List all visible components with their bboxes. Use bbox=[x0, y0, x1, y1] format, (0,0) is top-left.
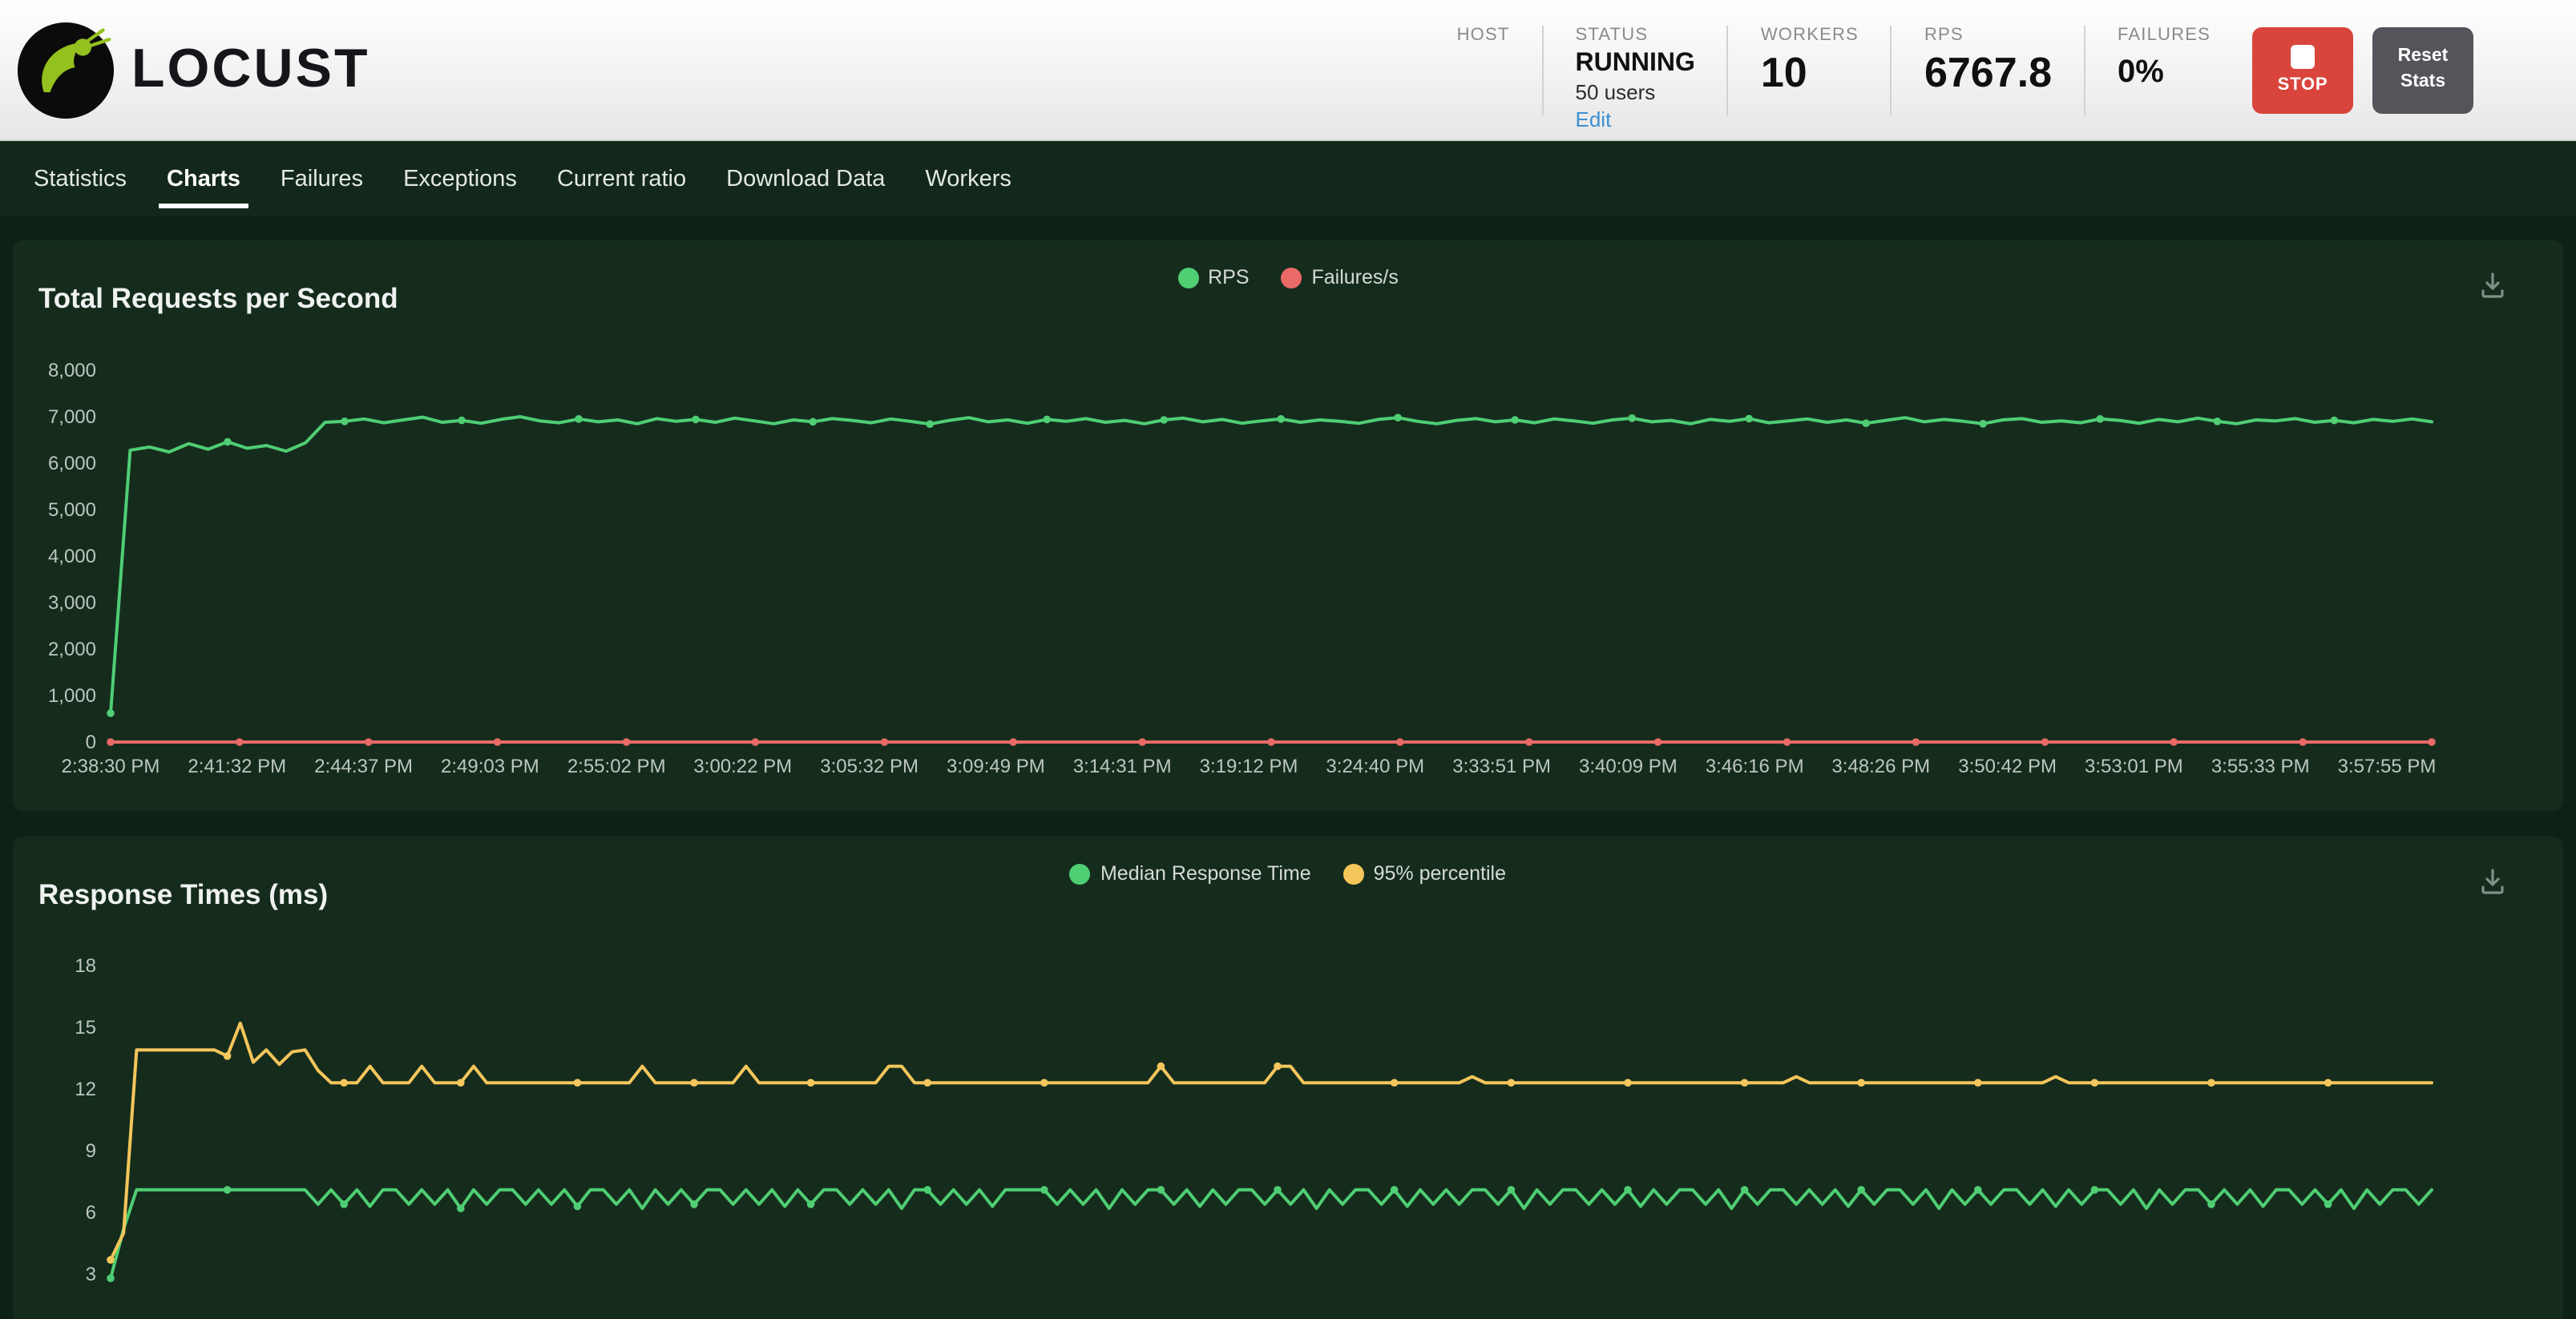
legend-item-median[interactable]: Median Response Time bbox=[1070, 862, 1311, 885]
tab-statistics[interactable]: Statistics bbox=[29, 141, 131, 216]
main-nav: Statistics Charts Failures Exceptions Cu… bbox=[0, 141, 2576, 216]
stop-button[interactable]: STOP bbox=[2252, 26, 2353, 113]
rps-chart-card: Total Requests per Second RPS Failures/s… bbox=[13, 240, 2563, 811]
stop-button-label: STOP bbox=[2278, 75, 2328, 95]
divider bbox=[1891, 25, 1892, 115]
svg-text:1,000: 1,000 bbox=[48, 685, 96, 707]
stat-workers: WORKERS 10 bbox=[1761, 0, 1859, 140]
locust-app: LOCUST HOST STATUS RUNNING 50 users Edit… bbox=[0, 0, 2576, 1319]
response-times-chart-legend: Median Response Time 95% percentile bbox=[13, 862, 2563, 885]
legend-item-95th-percentile[interactable]: 95% percentile bbox=[1343, 862, 1506, 885]
svg-text:3:19:12 PM: 3:19:12 PM bbox=[1200, 756, 1298, 777]
svg-text:3:46:16 PM: 3:46:16 PM bbox=[1706, 756, 1804, 777]
legend-item-failures[interactable]: Failures/s bbox=[1282, 266, 1399, 288]
workers-label: WORKERS bbox=[1761, 25, 1859, 44]
svg-text:3:24:40 PM: 3:24:40 PM bbox=[1326, 756, 1424, 777]
divider bbox=[2084, 25, 2085, 115]
svg-text:12: 12 bbox=[75, 1079, 96, 1100]
svg-text:3:57:55 PM: 3:57:55 PM bbox=[2338, 756, 2437, 777]
rps-value: 6767.8 bbox=[1924, 49, 2052, 95]
reset-stats-label: Reset Stats bbox=[2385, 45, 2461, 95]
reset-stats-button[interactable]: Reset Stats bbox=[2372, 26, 2473, 113]
svg-text:3:40:09 PM: 3:40:09 PM bbox=[1579, 756, 1678, 777]
svg-text:9: 9 bbox=[86, 1140, 96, 1162]
svg-text:6,000: 6,000 bbox=[48, 453, 96, 474]
svg-text:0: 0 bbox=[86, 732, 96, 753]
status-users: 50 users bbox=[1576, 79, 1695, 103]
tab-exceptions[interactable]: Exceptions bbox=[398, 141, 522, 216]
svg-text:2:55:02 PM: 2:55:02 PM bbox=[567, 756, 666, 777]
svg-text:5,000: 5,000 bbox=[48, 499, 96, 521]
brand-name: LOCUST bbox=[131, 38, 370, 101]
svg-text:3:09:49 PM: 3:09:49 PM bbox=[947, 756, 1045, 777]
svg-text:4,000: 4,000 bbox=[48, 546, 96, 567]
svg-text:3,000: 3,000 bbox=[48, 592, 96, 614]
brand: LOCUST bbox=[0, 20, 370, 119]
status-label: STATUS bbox=[1576, 25, 1695, 44]
tab-workers[interactable]: Workers bbox=[920, 141, 1015, 216]
tab-charts[interactable]: Charts bbox=[162, 141, 245, 216]
divider bbox=[1727, 25, 1729, 115]
svg-text:3:53:01 PM: 3:53:01 PM bbox=[2085, 756, 2183, 777]
svg-text:2:49:03 PM: 2:49:03 PM bbox=[441, 756, 539, 777]
download-chart-icon[interactable] bbox=[2477, 865, 2509, 906]
tab-current-ratio[interactable]: Current ratio bbox=[552, 141, 691, 216]
svg-text:3:50:42 PM: 3:50:42 PM bbox=[1958, 756, 2057, 777]
legend-item-rps[interactable]: RPS bbox=[1177, 266, 1249, 288]
svg-text:3:05:32 PM: 3:05:32 PM bbox=[820, 756, 919, 777]
rps-legend-dot bbox=[1177, 267, 1198, 288]
download-chart-icon[interactable] bbox=[2477, 269, 2509, 309]
header-stats: HOST STATUS RUNNING 50 users Edit WORKER… bbox=[1457, 0, 2211, 140]
median-legend-dot bbox=[1070, 863, 1091, 884]
svg-text:3:33:51 PM: 3:33:51 PM bbox=[1452, 756, 1551, 777]
svg-text:6: 6 bbox=[86, 1202, 96, 1224]
charts-page: Total Requests per Second RPS Failures/s… bbox=[0, 216, 2576, 1319]
edit-users-link[interactable]: Edit bbox=[1576, 107, 1695, 131]
svg-text:3: 3 bbox=[86, 1264, 96, 1285]
svg-text:8,000: 8,000 bbox=[48, 360, 96, 381]
failures-value: 0% bbox=[2118, 52, 2211, 91]
svg-text:2:44:37 PM: 2:44:37 PM bbox=[314, 756, 413, 777]
svg-text:3:00:22 PM: 3:00:22 PM bbox=[693, 756, 792, 777]
stat-rps: RPS 6767.8 bbox=[1924, 0, 2052, 140]
rps-label: RPS bbox=[1924, 25, 2052, 44]
svg-text:2:41:32 PM: 2:41:32 PM bbox=[188, 756, 286, 777]
tab-failures[interactable]: Failures bbox=[276, 141, 368, 216]
percentile-legend-dot bbox=[1343, 863, 1364, 884]
svg-text:3:14:31 PM: 3:14:31 PM bbox=[1073, 756, 1172, 777]
stop-icon bbox=[2291, 45, 2315, 69]
response-times-chart-plot: 3 6 9 12 15 18 bbox=[13, 938, 2563, 1319]
svg-text:2:38:30 PM: 2:38:30 PM bbox=[62, 756, 160, 777]
rps-chart-legend: RPS Failures/s bbox=[13, 266, 2563, 288]
svg-text:15: 15 bbox=[75, 1017, 96, 1039]
svg-text:2,000: 2,000 bbox=[48, 639, 96, 660]
app-header: LOCUST HOST STATUS RUNNING 50 users Edit… bbox=[0, 0, 2576, 141]
status-value: RUNNING bbox=[1576, 49, 1695, 78]
stat-host: HOST bbox=[1457, 0, 1510, 140]
header-buttons: STOP Reset Stats bbox=[2252, 26, 2473, 113]
workers-value: 10 bbox=[1761, 49, 1859, 95]
divider bbox=[1542, 25, 1544, 115]
svg-text:3:55:33 PM: 3:55:33 PM bbox=[2211, 756, 2310, 777]
rps-chart-plot: 0 1,000 2,000 3,000 4,000 5,000 6,000 7,000 8,00… bbox=[13, 337, 2563, 805]
locust-logo bbox=[16, 20, 115, 119]
failures-legend-dot bbox=[1282, 267, 1302, 288]
svg-text:7,000: 7,000 bbox=[48, 406, 96, 428]
response-times-chart-card: Response Times (ms) Median Response Time… bbox=[13, 837, 2563, 1319]
failures-label: FAILURES bbox=[2118, 25, 2211, 44]
stat-status: STATUS RUNNING 50 users Edit bbox=[1576, 0, 1695, 140]
tab-download-data[interactable]: Download Data bbox=[721, 141, 890, 216]
host-label: HOST bbox=[1457, 25, 1510, 44]
svg-text:18: 18 bbox=[75, 955, 96, 977]
svg-text:3:48:26 PM: 3:48:26 PM bbox=[1831, 756, 1930, 777]
stat-failures: FAILURES 0% bbox=[2118, 0, 2211, 140]
